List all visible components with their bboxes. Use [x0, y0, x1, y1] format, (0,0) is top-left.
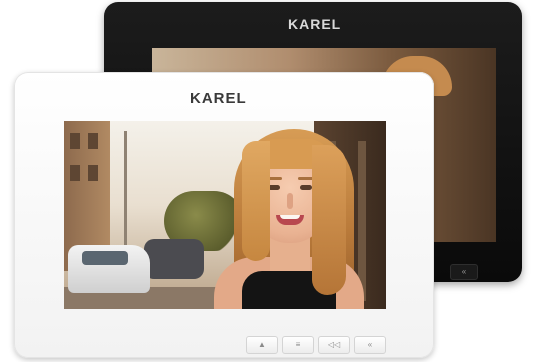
eye	[300, 185, 312, 190]
parked-car	[68, 245, 150, 293]
street-pole	[124, 131, 127, 251]
mouth	[276, 215, 304, 225]
teeth	[280, 215, 300, 219]
visitor-hair	[242, 141, 270, 261]
unlock-icon[interactable]: ▲	[246, 336, 278, 354]
menu-icon[interactable]: ≡	[282, 336, 314, 354]
window	[88, 165, 98, 181]
parked-car	[144, 239, 204, 279]
visitor-hair	[312, 145, 346, 295]
window	[88, 133, 98, 149]
window	[70, 165, 80, 181]
speaker-icon[interactable]: «	[450, 264, 478, 280]
car-window	[82, 251, 128, 265]
speaker-icon[interactable]: «	[354, 336, 386, 354]
monitor-screen	[64, 121, 386, 309]
brand-logo: KAREL	[288, 16, 342, 32]
monitor-icon[interactable]: ◁◁	[318, 336, 350, 354]
product-photo: KAREL « KAREL ▲ ≡ ◁◁ «	[0, 0, 533, 362]
brand-logo: KAREL	[190, 90, 247, 107]
white-intercom-monitor: KAREL ▲ ≡ ◁◁ «	[14, 72, 434, 358]
nose	[287, 193, 293, 209]
window	[70, 133, 80, 149]
